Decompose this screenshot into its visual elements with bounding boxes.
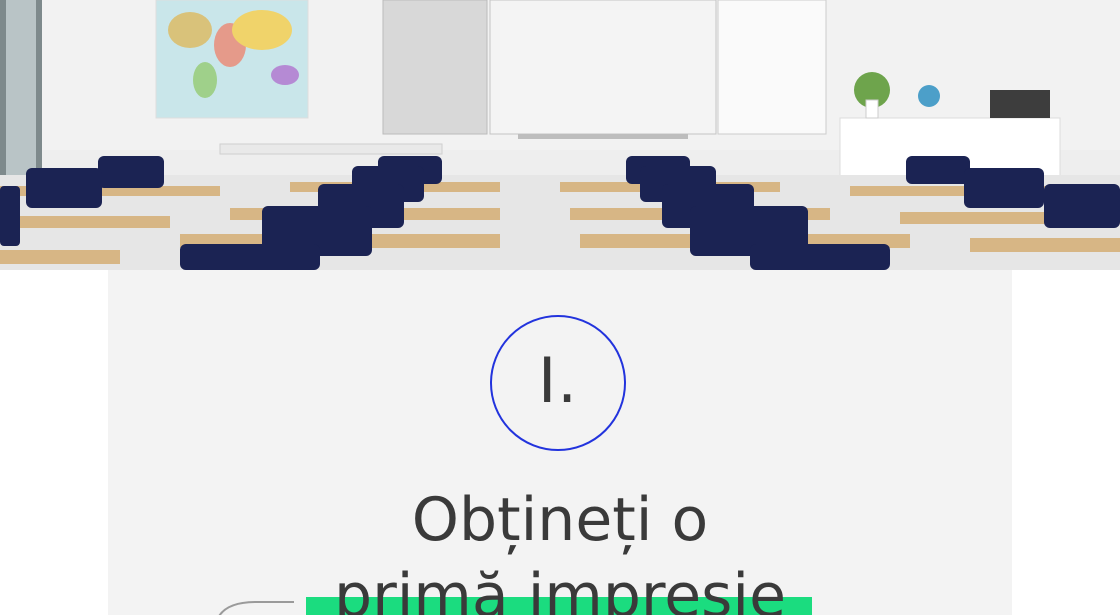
step-card: I. Obțineți o primă impresie bbox=[108, 270, 1012, 615]
step-number-badge: I. bbox=[490, 315, 626, 451]
hero-classroom-image bbox=[0, 0, 1120, 270]
classroom-illustration bbox=[0, 0, 1120, 270]
title-line-1: Obțineți o bbox=[411, 485, 709, 555]
step-number: I. bbox=[538, 343, 578, 417]
title-line-2: primă impresie bbox=[333, 561, 787, 615]
section-title: Obțineți o primă impresie bbox=[108, 482, 1012, 615]
